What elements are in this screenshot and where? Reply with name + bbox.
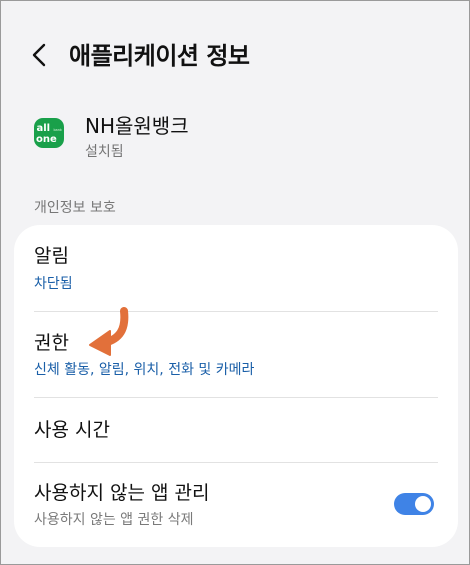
list-item-notifications[interactable]: 알림 차단됨 [14,225,458,311]
list-item-subtitle: 차단됨 [34,276,73,292]
app-name: NH올원뱅크 [85,114,189,138]
list-item-permissions[interactable]: 권한 신체 활동, 알림, 위치, 전화 및 카메라 [14,312,458,397]
list-item-manage-unused-apps[interactable]: 사용하지 않는 앱 관리 사용하지 않는 앱 권한 삭제 [14,463,458,547]
list-item-usage-time[interactable]: 사용 시간 [14,398,458,462]
page-title: 애플리케이션 정보 [69,42,250,70]
logo-text-one: one [36,134,57,145]
list-item-title: 사용 시간 [34,419,110,441]
toggle-knob [415,496,431,512]
list-item-title: 알림 [34,245,69,267]
chevron-left-icon [32,43,46,67]
section-header-privacy: 개인정보 보호 [34,200,116,216]
list-item-subtitle: 신체 활동, 알림, 위치, 전화 및 카메라 [34,362,255,378]
logo-text-badge: bank [54,128,62,132]
app-info-row: all bank one NH올원뱅크 설치됨 [1,111,469,171]
list-item-title: 사용하지 않는 앱 관리 [34,482,210,504]
screen: 애플리케이션 정보 all bank one NH올원뱅크 설치됨 개인정보 보… [0,0,470,565]
unused-apps-toggle[interactable] [394,493,434,515]
app-icon: all bank one [34,118,64,148]
annotation-arrow-icon [89,307,129,356]
list-item-title: 권한 [34,332,69,354]
top-app-bar: 애플리케이션 정보 [1,31,469,81]
app-install-status: 설치됨 [85,144,124,160]
logo-text-all: all [37,123,51,134]
list-item-subtitle: 사용하지 않는 앱 권한 삭제 [34,512,194,528]
back-button[interactable] [27,39,55,71]
all-one-logo-icon: all bank one [36,123,62,145]
privacy-settings-card: 알림 차단됨 권한 신체 활동, 알림, 위치, 전화 및 카메라 사용 시간 … [14,225,458,547]
